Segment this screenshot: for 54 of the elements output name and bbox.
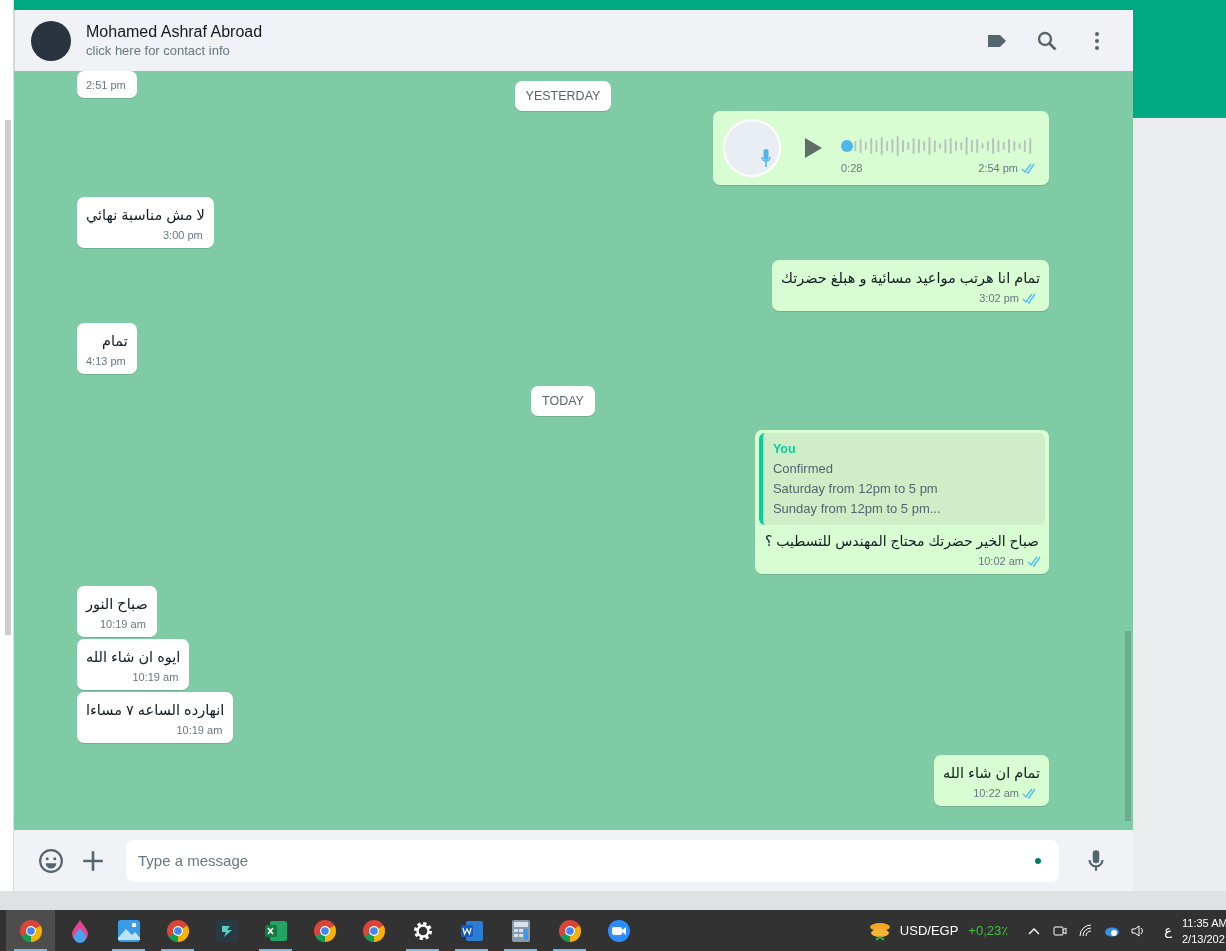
sender-photo: [723, 119, 781, 177]
quote-text: Confirmed: [772, 460, 834, 478]
message-time: 2:54 pm: [978, 162, 1018, 174]
contact-photo[interactable]: [31, 20, 71, 61]
message-text: صباح الخير حضرتك محتاج المهندس للتسطيب ؟: [763, 532, 1040, 552]
message-time: 4:13 pm: [86, 355, 126, 367]
quoted-message[interactable]: You Confirmed Saturday from 12pm to 5 pm Sunday from 12pm to 5 pm...: [758, 433, 1045, 525]
status-dot: [1035, 857, 1041, 864]
message-text: صباح النور: [86, 595, 148, 615]
date-chip: YESTERDAY: [514, 81, 612, 111]
browser-icon: [361, 918, 386, 943]
microphone-icon: [761, 149, 771, 167]
message-time: 3:00 pm: [163, 229, 203, 241]
message-time: 10:22 am: [973, 787, 1019, 799]
message-time: 10:19 am: [176, 724, 223, 736]
message-input[interactable]: Type a message: [126, 839, 1059, 882]
message-time: 2:51 pm: [86, 79, 126, 91]
message-time: 10:19 am: [99, 618, 146, 630]
quote-author: You: [772, 441, 797, 458]
progress-thumb[interactable]: [841, 140, 853, 152]
editor-icon: [214, 918, 239, 943]
message-text: انهارده الساعه ٧ مساءا: [86, 701, 225, 721]
message-text: تمام انا هرتب مواعيد مسائية و هبلغ حضرتك: [781, 269, 1040, 289]
video-call-icon: [606, 918, 631, 943]
contact-name[interactable]: Mohamed Ashraf Abroad: [86, 21, 959, 42]
message-text: تمام ان شاء الله: [943, 764, 1040, 783]
currency-change[interactable]: +0,23٪: [968, 923, 1009, 938]
scrollbar-thumb[interactable]: [5, 120, 11, 635]
browser-icon: [165, 918, 190, 943]
date-chip: TODAY: [531, 386, 595, 416]
browser-icon: [18, 918, 43, 943]
keyboard-language[interactable]: ع: [1164, 923, 1172, 938]
quote-text: Sunday from 12pm to 5 pm...: [772, 500, 942, 518]
emoji-icon[interactable]: [38, 847, 64, 874]
contact-info-hint[interactable]: click here for contact info: [86, 42, 959, 60]
message-text: ايوه ان شاء الله: [86, 648, 181, 668]
clock[interactable]: 11:35 AM 2/13/202: [1182, 914, 1226, 947]
message-text: لا مش مناسبة نهائي: [86, 206, 205, 226]
scrollbar-thumb[interactable]: [1125, 631, 1131, 821]
document-icon: [459, 918, 484, 943]
currency-pair[interactable]: USD/EGP: [899, 923, 959, 938]
photos-icon: [116, 918, 141, 943]
message-time: 3:02 pm: [979, 292, 1019, 304]
clock-date: 2/13/202: [1182, 931, 1226, 947]
play-icon[interactable]: [803, 137, 823, 159]
voice-duration: 0:28: [841, 162, 863, 174]
message-text: تمام: [100, 332, 128, 351]
spreadsheet-icon: [263, 918, 288, 943]
message-time: 10:02 am: [978, 555, 1024, 567]
browser-icon: [557, 918, 582, 943]
browser-icon: [312, 918, 337, 943]
clock-time: 11:35 AM: [1182, 915, 1226, 931]
quote-text: Saturday from 12pm to 5 pm: [772, 480, 939, 498]
message-time: 10:19 am: [132, 671, 179, 683]
